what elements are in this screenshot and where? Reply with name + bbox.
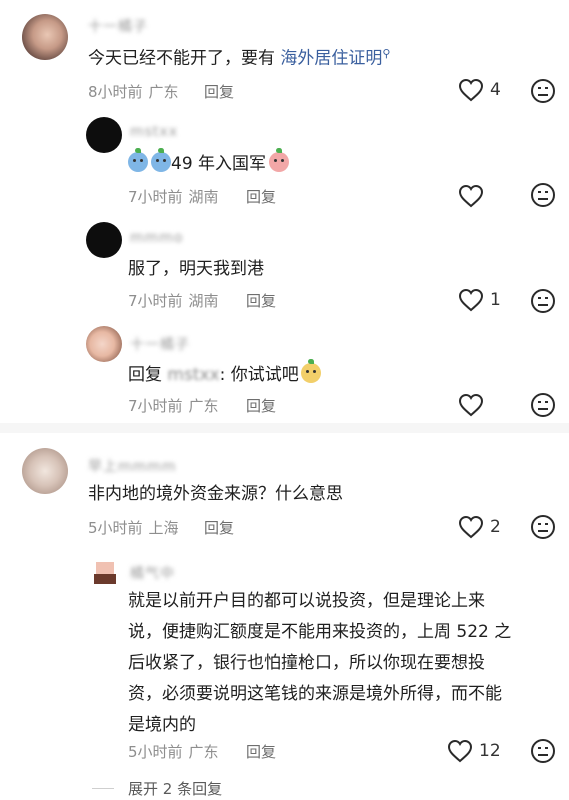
comment-line: 是境内的 [128,715,196,735]
expand-divider [92,788,114,789]
sad-face-icon[interactable] [530,514,556,540]
comment-line: 就是以前开户目的都可以说投资，但是理论上来 [128,591,485,611]
heart-outline-icon[interactable] [458,393,484,417]
like-button[interactable] [458,184,490,208]
reply-button[interactable]: 回复 [246,741,276,762]
username[interactable]: 橘气中 [130,563,175,583]
sad-face-icon[interactable] [530,288,556,314]
avatar[interactable] [22,448,68,494]
like-button[interactable]: 12 [447,739,501,763]
comment-text: 非内地的境外资金来源？什么意思 [88,484,343,504]
comment-text: 回复 mstxx: 你试试吧 [128,359,321,386]
sad-face-icon[interactable] [530,78,556,104]
avatar[interactable] [86,326,122,362]
expand-replies-button[interactable]: 展开 2 条回复 [128,778,222,799]
comment-line: 后收紧了，银行也怕撞枪口，所以你现在要想投 [128,653,485,673]
like-button[interactable]: 4 [458,78,501,102]
username[interactable]: mstxx [130,124,178,140]
mention-link[interactable]: mstxx [167,365,219,385]
emoji-icon [128,148,148,172]
search-icon[interactable]: ⚲ [382,47,390,60]
comment-meta: 5小时前 广东 [128,743,219,761]
reply-button[interactable]: 回复 [246,186,276,207]
section-divider [0,423,569,433]
heart-outline-icon[interactable] [458,288,484,312]
like-count: 2 [490,517,501,537]
comment-text: 49 年入国军 [128,148,290,175]
like-count: 4 [490,80,501,100]
sad-face-icon[interactable] [530,182,556,208]
avatar[interactable] [88,558,124,594]
emoji-icon [269,148,290,172]
comment-text: 今天已经不能开了，要有 海外居住证明⚲ [88,47,391,69]
search-link[interactable]: 海外居住证明 [280,49,382,69]
comment-meta: 7小时前 湖南 [128,292,219,310]
comment-meta: 8小时前 广东 [88,83,179,101]
like-button[interactable] [458,393,490,417]
avatar[interactable] [86,117,122,153]
emoji-icon [151,148,171,172]
username[interactable]: 十一橘子 [88,16,148,36]
reply-button[interactable]: 回复 [246,290,276,311]
reply-button[interactable]: 回复 [204,517,234,538]
like-count: 12 [479,741,501,761]
comment-meta: 5小时前 上海 [88,519,179,537]
sad-face-icon[interactable] [530,738,556,764]
avatar[interactable] [22,14,68,60]
comment-text: 就是以前开户目的都可以说投资，但是理论上来 说，便捷购汇额度是不能用来投资的，上… [128,586,528,741]
heart-outline-icon[interactable] [458,515,484,539]
reply-button[interactable]: 回复 [246,395,276,416]
heart-outline-icon[interactable] [458,184,484,208]
emoji-icon [300,359,321,383]
username[interactable]: 十一橘子 [130,334,190,354]
like-button[interactable]: 2 [458,515,501,539]
comment-meta: 7小时前 湖南 [128,188,219,206]
comment-meta: 7小时前 广东 [128,397,219,415]
comment-text: 服了，明天我到港 [128,259,264,279]
heart-outline-icon[interactable] [447,739,473,763]
heart-outline-icon[interactable] [458,78,484,102]
reply-button[interactable]: 回复 [204,81,234,102]
avatar[interactable] [86,222,122,258]
like-count: 1 [490,290,501,310]
sad-face-icon[interactable] [530,392,556,418]
username[interactable]: mmmo [130,230,183,246]
comment-line: 说，便捷购汇额度是不能用来投资的，上周 522 之 [128,622,512,642]
username[interactable]: 早上mmmm [88,456,177,476]
comment-line: 资，必须要说明这笔钱的来源是境外所得，而不能 [128,684,502,704]
like-button[interactable]: 1 [458,288,501,312]
